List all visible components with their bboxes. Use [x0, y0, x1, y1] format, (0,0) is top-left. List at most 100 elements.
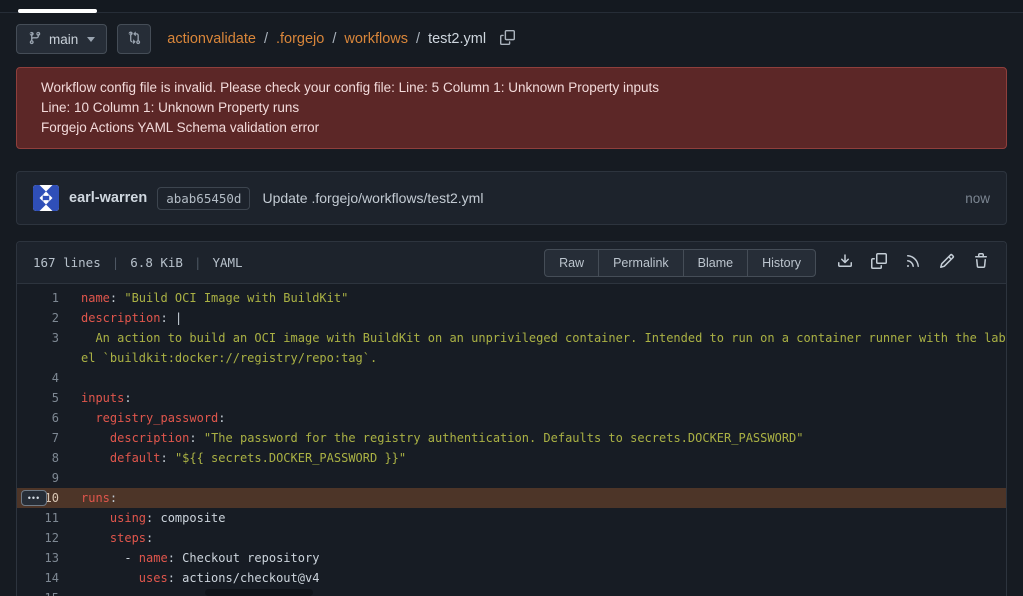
code-line-content: An action to build an OCI image with Bui…	[59, 328, 1006, 348]
breadcrumb-separator: /	[264, 31, 268, 47]
workflow-validation-error-banner: Workflow config file is invalid. Please …	[16, 67, 1007, 149]
code-line-content: using: composite	[59, 508, 226, 528]
file-nav-row: main actionvalidate / .forgejo / workflows / t…	[16, 23, 1007, 55]
breadcrumb-segment: test2.yml	[428, 31, 486, 47]
chevron-down-icon	[87, 37, 95, 42]
code-line: 3 An action to build an OCI image with B…	[17, 328, 1006, 348]
line-number[interactable]: 6	[17, 408, 59, 428]
error-line: Forgejo Actions YAML Schema validation e…	[41, 118, 982, 138]
code-line: 11 using: composite	[17, 508, 1006, 528]
error-line: Line: 10 Column 1: Unknown Property runs	[41, 98, 982, 118]
line-number[interactable]: 4	[17, 368, 59, 388]
rss-feed-icon	[905, 253, 921, 272]
code-view: 1name: "Build OCI Image with BuildKit"2d…	[17, 284, 1006, 596]
stats-separator: |	[112, 255, 120, 270]
copy-content-icon	[871, 253, 887, 272]
horizontal-scrollbar-thumb[interactable]	[205, 589, 313, 596]
line-number[interactable]: 14	[17, 568, 59, 588]
line-number[interactable]: 9	[17, 468, 59, 488]
code-line: 12 steps:	[17, 528, 1006, 548]
line-number[interactable]: 5	[17, 388, 59, 408]
code-line-content	[59, 588, 81, 596]
code-line: 1name: "Build OCI Image with BuildKit"	[17, 288, 1006, 308]
line-number[interactable]: 15	[17, 588, 59, 596]
line-number[interactable]: 8	[17, 448, 59, 468]
code-line: 4	[17, 368, 1006, 388]
compare-branches-button[interactable]	[117, 24, 151, 54]
code-line-content: description: "The password for the regis…	[59, 428, 804, 448]
commit-time: now	[965, 191, 990, 206]
code-line-content: uses: actions/checkout@v4	[59, 568, 319, 588]
breadcrumb-separator: /	[416, 31, 420, 47]
breadcrumb-segment[interactable]: actionvalidate	[167, 31, 256, 47]
code-line: 9	[17, 468, 1006, 488]
active-tab-underline	[18, 9, 97, 13]
line-number[interactable]: 12	[17, 528, 59, 548]
blame-button[interactable]: Blame	[683, 250, 747, 276]
code-line-content	[59, 468, 81, 488]
commit-sha-badge[interactable]: abab65450d	[157, 187, 250, 210]
code-line-content: el `buildkit:docker://registry/repo:tag`…	[59, 348, 377, 368]
git-compare-icon	[127, 31, 141, 48]
code-line-content	[59, 368, 81, 388]
edit-pencil-icon	[939, 253, 955, 272]
file-view-panel: 167 lines | 6.8 KiB | YAML RawPermalinkBlame…	[16, 241, 1007, 596]
line-number	[17, 348, 59, 368]
download-button[interactable]	[830, 249, 860, 276]
rss-feed-button[interactable]	[898, 249, 928, 276]
code-line-content: name: "Build OCI Image with BuildKit"	[59, 288, 348, 308]
edit-file-button[interactable]	[932, 249, 962, 276]
line-number[interactable]: 11	[17, 508, 59, 528]
code-line-content: runs:	[59, 488, 117, 508]
file-stat: 6.8 KiB	[130, 255, 183, 270]
stats-separator: |	[194, 255, 202, 270]
line-number[interactable]: 1	[17, 288, 59, 308]
code-line: 5inputs:	[17, 388, 1006, 408]
file-header: 167 lines | 6.8 KiB | YAML RawPermalinkBlame…	[17, 242, 1006, 284]
code-line: el `buildkit:docker://registry/repo:tag`…	[17, 348, 1006, 368]
code-line-content: - name: Checkout repository	[59, 548, 319, 568]
code-line: •••10runs:	[17, 488, 1006, 508]
top-tab-strip	[0, 0, 1023, 13]
file-stats: 167 lines | 6.8 KiB | YAML	[33, 255, 243, 270]
line-options-ellipsis-button[interactable]: •••	[21, 490, 47, 506]
file-actions: RawPermalinkBlameHistory	[544, 249, 996, 277]
code-line-content: registry_password:	[59, 408, 226, 428]
file-stat: 167 lines	[33, 255, 101, 270]
file-view-button-group: RawPermalinkBlameHistory	[544, 249, 816, 277]
code-line: 15	[17, 588, 1006, 596]
breadcrumb-separator: /	[332, 31, 336, 47]
line-number[interactable]: 3	[17, 328, 59, 348]
code-line-content: steps:	[59, 528, 153, 548]
git-branch-icon	[28, 31, 42, 48]
code-line-content: description: |	[59, 308, 182, 328]
commit-author[interactable]: earl-warren	[69, 190, 147, 206]
branch-name-label: main	[49, 32, 78, 47]
line-number[interactable]: 13	[17, 548, 59, 568]
code-line: 2description: |	[17, 308, 1006, 328]
breadcrumb-segment[interactable]: .forgejo	[276, 31, 324, 47]
history-button[interactable]: History	[747, 250, 815, 276]
latest-commit-bar: earl-warren abab65450d Update .forgejo/w…	[16, 171, 1007, 225]
permalink-button[interactable]: Permalink	[598, 250, 683, 276]
code-line: 13 - name: Checkout repository	[17, 548, 1006, 568]
avatar[interactable]	[33, 185, 59, 211]
download-icon	[837, 253, 853, 272]
breadcrumb: actionvalidate / .forgejo / workflows / test2.…	[167, 31, 486, 47]
error-line: Workflow config file is invalid. Please …	[41, 78, 982, 98]
copy-content-button[interactable]	[864, 249, 894, 276]
line-number[interactable]: 7	[17, 428, 59, 448]
line-number[interactable]: 2	[17, 308, 59, 328]
raw-button[interactable]: Raw	[545, 250, 598, 276]
code-line: 7 description: "The password for the reg…	[17, 428, 1006, 448]
delete-file-button[interactable]	[966, 249, 996, 276]
file-stat: YAML	[212, 255, 242, 270]
breadcrumb-segment[interactable]: workflows	[344, 31, 408, 47]
commit-message[interactable]: Update .forgejo/workflows/test2.yml	[262, 190, 483, 206]
copy-file-path-button[interactable]	[498, 28, 517, 50]
code-line-content: inputs:	[59, 388, 132, 408]
code-line-content: default: "${{ secrets.DOCKER_PASSWORD }}…	[59, 448, 406, 468]
copy-path-icon	[500, 30, 515, 48]
branch-selector-button[interactable]: main	[16, 24, 107, 54]
code-line: 8 default: "${{ secrets.DOCKER_PASSWORD …	[17, 448, 1006, 468]
